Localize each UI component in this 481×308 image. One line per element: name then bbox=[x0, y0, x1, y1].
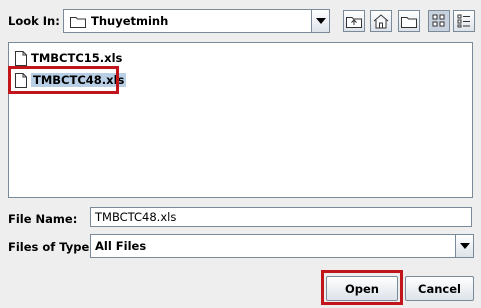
chevron-down-icon bbox=[459, 243, 470, 249]
look-in-label: Look In: bbox=[8, 14, 60, 28]
up-folder-icon bbox=[346, 17, 362, 28]
files-of-type-label: Files of Type: bbox=[8, 240, 94, 254]
file-item-tmbctc15[interactable]: TMBCTC15.xls bbox=[15, 49, 125, 67]
list-view-icon bbox=[432, 14, 445, 27]
file-name-label: File Name: bbox=[8, 212, 77, 226]
details-view-button[interactable] bbox=[453, 10, 475, 32]
file-name: TMBCTC15.xls bbox=[31, 51, 123, 65]
chevron-down-icon bbox=[315, 18, 326, 24]
home-icon bbox=[373, 13, 389, 28]
selected-file-highlight bbox=[8, 66, 119, 94]
new-folder-icon bbox=[401, 17, 417, 28]
folder-icon bbox=[70, 16, 86, 28]
file-name-field[interactable]: TMBCTC48.xls bbox=[90, 207, 472, 227]
look-in-value: Thuyetminh bbox=[64, 14, 311, 28]
files-of-type-dropdown-arrow[interactable] bbox=[455, 235, 473, 257]
look-in-combo[interactable]: Thuyetminh bbox=[63, 9, 330, 33]
files-of-type-combo[interactable]: All Files bbox=[90, 234, 474, 258]
look-in-folder-name: Thuyetminh bbox=[91, 14, 169, 28]
up-one-level-button[interactable] bbox=[343, 10, 365, 32]
list-view-button[interactable] bbox=[428, 10, 450, 32]
files-of-type-value: All Files bbox=[95, 239, 147, 253]
create-new-folder-button[interactable] bbox=[398, 10, 420, 32]
file-icon bbox=[15, 50, 27, 66]
file-name-label-text: File Name: bbox=[8, 212, 78, 226]
open-button-highlight bbox=[321, 270, 403, 305]
file-name-value: TMBCTC48.xls bbox=[95, 210, 177, 224]
details-view-icon bbox=[457, 14, 470, 28]
cancel-button[interactable]: Cancel bbox=[405, 276, 474, 301]
files-of-type-value-wrap: All Files bbox=[91, 239, 455, 253]
home-button[interactable] bbox=[370, 10, 392, 32]
look-in-dropdown-arrow[interactable] bbox=[311, 10, 329, 32]
